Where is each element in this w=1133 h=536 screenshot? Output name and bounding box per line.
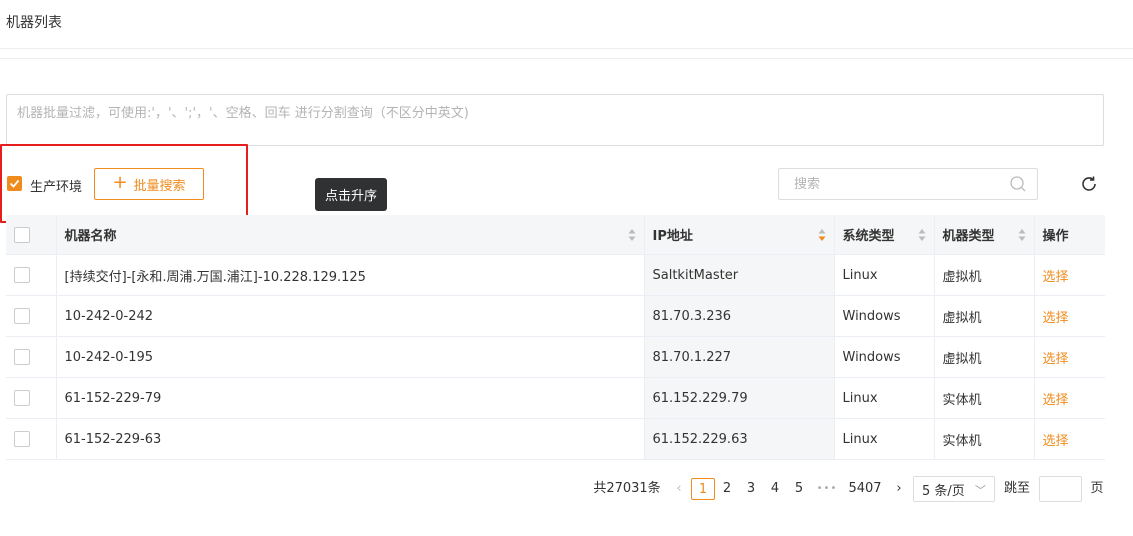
- action-cell: 选择: [1034, 418, 1105, 460]
- prev-page-icon[interactable]: ‹: [670, 478, 688, 500]
- search-input[interactable]: [779, 169, 1004, 199]
- sort-icon[interactable]: [1018, 228, 1026, 242]
- header-select-all[interactable]: [6, 215, 57, 255]
- page-ellipsis[interactable]: •••: [814, 478, 840, 500]
- table-row[interactable]: 61-152-229-63 61.152.229.63 Linux 实体机 选择: [6, 418, 1105, 460]
- prod-env-checkbox[interactable]: [7, 176, 22, 191]
- next-page-icon[interactable]: ›: [890, 478, 908, 500]
- batch-filter-input[interactable]: [7, 95, 1103, 145]
- machine-name-cell: 61-152-229-79: [56, 377, 645, 419]
- select-link[interactable]: 选择: [1043, 352, 1069, 367]
- os-cell: Linux: [834, 254, 935, 296]
- page-size-value: 5 条/页: [922, 483, 965, 499]
- os-cell: Linux: [834, 418, 935, 460]
- page-header: 机器列表: [0, 0, 1133, 49]
- column-label: 机器类型: [942, 229, 995, 244]
- machine-name-cell: 10-242-0-195: [56, 336, 645, 378]
- table-header-row: 机器名称 IP地址 系统类型 机器类型 操作: [6, 215, 1105, 255]
- batch-search-label: 批量搜索: [133, 178, 186, 194]
- row-select-cell[interactable]: [6, 336, 57, 378]
- column-header-type[interactable]: 机器类型: [934, 215, 1035, 255]
- page-2[interactable]: 2: [717, 478, 737, 500]
- row-select-cell[interactable]: [6, 254, 57, 296]
- column-header-action: 操作: [1034, 215, 1105, 255]
- row-checkbox[interactable]: [14, 431, 30, 447]
- select-link[interactable]: 选择: [1043, 311, 1069, 326]
- sort-icon[interactable]: [818, 228, 826, 242]
- page-suffix-label: 页: [1090, 481, 1104, 496]
- check-icon: [9, 179, 20, 188]
- machine-name-cell: 10-242-0-242: [56, 295, 645, 337]
- column-label: 机器名称: [64, 229, 117, 244]
- goto-page-input[interactable]: [1039, 476, 1082, 502]
- row-select-cell[interactable]: [6, 377, 57, 419]
- column-label: 系统类型: [842, 229, 895, 244]
- pagination-total: 共27031条: [593, 481, 661, 496]
- table-row[interactable]: 61-152-229-79 61.152.229.79 Linux 实体机 选择: [6, 377, 1105, 419]
- row-checkbox[interactable]: [14, 308, 30, 324]
- machine-type-cell: 实体机: [934, 377, 1035, 419]
- page-last[interactable]: 5407: [846, 478, 884, 500]
- row-select-cell[interactable]: [6, 295, 57, 337]
- page-1[interactable]: 1: [691, 478, 715, 500]
- header-divider: [0, 49, 1133, 59]
- os-cell: Windows: [834, 295, 935, 337]
- column-label: 操作: [1042, 229, 1069, 244]
- row-checkbox[interactable]: [14, 390, 30, 406]
- goto-label: 跳至: [1003, 481, 1030, 496]
- machine-type-cell: 虚拟机: [934, 295, 1035, 337]
- machine-name-cell: [持续交付]-[永和.周浦.万国.浦江]-10.228.129.125: [56, 254, 645, 296]
- row-checkbox[interactable]: [14, 349, 30, 365]
- page-5[interactable]: 5: [789, 478, 809, 500]
- sort-icon[interactable]: [918, 228, 926, 242]
- row-select-cell[interactable]: [6, 418, 57, 460]
- table-row[interactable]: 10-242-0-242 81.70.3.236 Windows 虚拟机 选择: [6, 295, 1105, 337]
- column-header-name[interactable]: 机器名称: [56, 215, 645, 255]
- action-cell: 选择: [1034, 377, 1105, 419]
- column-header-os[interactable]: 系统类型: [834, 215, 935, 255]
- page-size-select[interactable]: 5 条/页 ﹀: [913, 476, 995, 502]
- select-all-checkbox[interactable]: [14, 226, 30, 243]
- ip-cell: SaltkitMaster: [644, 254, 835, 296]
- select-link[interactable]: 选择: [1043, 270, 1069, 285]
- column-header-ip[interactable]: IP地址: [644, 215, 835, 255]
- page-3[interactable]: 3: [741, 478, 761, 500]
- action-cell: 选择: [1034, 295, 1105, 337]
- search-icon[interactable]: [1009, 175, 1027, 197]
- plus-icon: +: [112, 172, 128, 193]
- select-link[interactable]: 选择: [1043, 393, 1069, 408]
- action-cell: 选择: [1034, 336, 1105, 378]
- batch-search-button[interactable]: + 批量搜索: [94, 168, 204, 200]
- machine-type-cell: 虚拟机: [934, 254, 1035, 296]
- batch-filter-box: [6, 94, 1104, 146]
- chevron-down-icon: ﹀: [975, 484, 986, 497]
- os-cell: Linux: [834, 377, 935, 419]
- refresh-icon[interactable]: [1079, 174, 1099, 198]
- table-row[interactable]: [持续交付]-[永和.周浦.万国.浦江]-10.228.129.125 Salt…: [6, 254, 1105, 296]
- sort-tooltip: 点击升序: [315, 178, 387, 211]
- machine-type-cell: 虚拟机: [934, 336, 1035, 378]
- prod-env-label[interactable]: 生产环境: [30, 176, 82, 195]
- machine-type-cell: 实体机: [934, 418, 1035, 460]
- ip-cell: 81.70.1.227: [644, 336, 835, 378]
- page-title: 机器列表: [6, 15, 62, 31]
- action-cell: 选择: [1034, 254, 1105, 296]
- os-cell: Windows: [834, 336, 935, 378]
- machine-table: 机器名称 IP地址 系统类型 机器类型 操作 [持续交付]-[永和.周浦.万国.…: [6, 215, 1105, 460]
- sort-icon[interactable]: [628, 228, 636, 242]
- ip-cell: 61.152.229.79: [644, 377, 835, 419]
- search-box: [778, 168, 1038, 200]
- ip-cell: 61.152.229.63: [644, 418, 835, 460]
- machine-name-cell: 61-152-229-63: [56, 418, 645, 460]
- ip-cell: 81.70.3.236: [644, 295, 835, 337]
- select-link[interactable]: 选择: [1043, 434, 1069, 449]
- table-row[interactable]: 10-242-0-195 81.70.1.227 Windows 虚拟机 选择: [6, 336, 1105, 378]
- column-label: IP地址: [652, 229, 693, 244]
- page-4[interactable]: 4: [765, 478, 785, 500]
- row-checkbox[interactable]: [14, 267, 30, 283]
